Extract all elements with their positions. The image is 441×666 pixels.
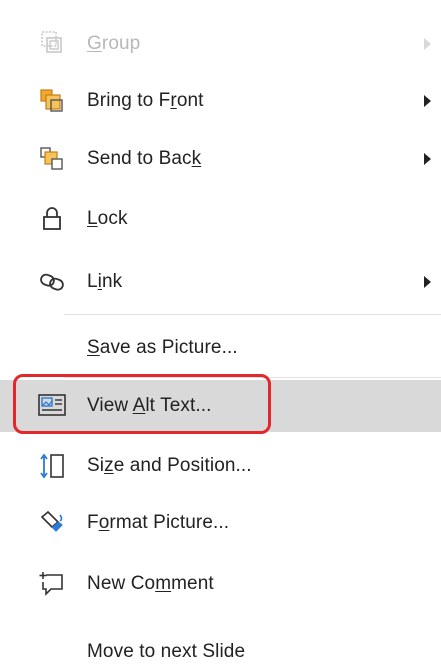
submenu-arrow-icon <box>424 95 431 107</box>
bring-to-front-icon <box>36 85 68 117</box>
size-position-icon <box>36 450 68 482</box>
menu-item-size-and-position[interactable]: Size and Position... <box>0 440 441 492</box>
menu-item-view-alt-text[interactable]: View Alt Text... <box>0 380 441 432</box>
lock-icon <box>36 203 68 235</box>
menu-item-label: View Alt Text... <box>87 395 212 416</box>
menu-item-bring-to-front[interactable]: Bring to Front <box>0 75 441 127</box>
send-to-back-icon <box>36 143 68 175</box>
menu-item-label: Save as Picture... <box>87 337 238 358</box>
link-icon <box>36 266 68 298</box>
menu-item-send-to-back[interactable]: Send to Back <box>0 133 441 185</box>
menu-item-label: Lock <box>87 208 128 229</box>
menu-item-new-comment[interactable]: New Comment <box>0 558 441 610</box>
menu-item-label: Link <box>87 271 123 292</box>
submenu-arrow-icon <box>424 276 431 288</box>
menu-separator <box>64 377 441 378</box>
menu-item-label: New Comment <box>87 573 214 594</box>
format-picture-icon <box>36 507 68 539</box>
menu-item-move-to-next-slide[interactable]: Move to next Slide <box>0 626 441 666</box>
menu-item-format-picture[interactable]: Format Picture... <box>0 497 441 549</box>
menu-item-label: Send to Back <box>87 148 202 169</box>
menu-item-label: Move to next Slide <box>87 641 246 662</box>
menu-item-label: Group <box>87 33 141 54</box>
menu-item-label: Size and Position... <box>87 455 252 476</box>
context-menu: Group Bring to Front Send to Back Lock L… <box>0 0 441 662</box>
menu-item-save-as-picture[interactable]: Save as Picture... <box>0 322 441 374</box>
alt-text-icon <box>36 390 68 422</box>
menu-item-label: Format Picture... <box>87 512 230 533</box>
menu-item-link[interactable]: Link <box>0 256 441 308</box>
menu-item-label: Bring to Front <box>87 90 204 111</box>
menu-separator <box>64 314 441 315</box>
menu-item-lock[interactable]: Lock <box>0 193 441 245</box>
menu-item-group[interactable]: Group <box>0 18 441 70</box>
submenu-arrow-icon <box>424 38 431 50</box>
submenu-arrow-icon <box>424 153 431 165</box>
group-icon <box>36 28 68 60</box>
new-comment-icon <box>36 568 68 600</box>
